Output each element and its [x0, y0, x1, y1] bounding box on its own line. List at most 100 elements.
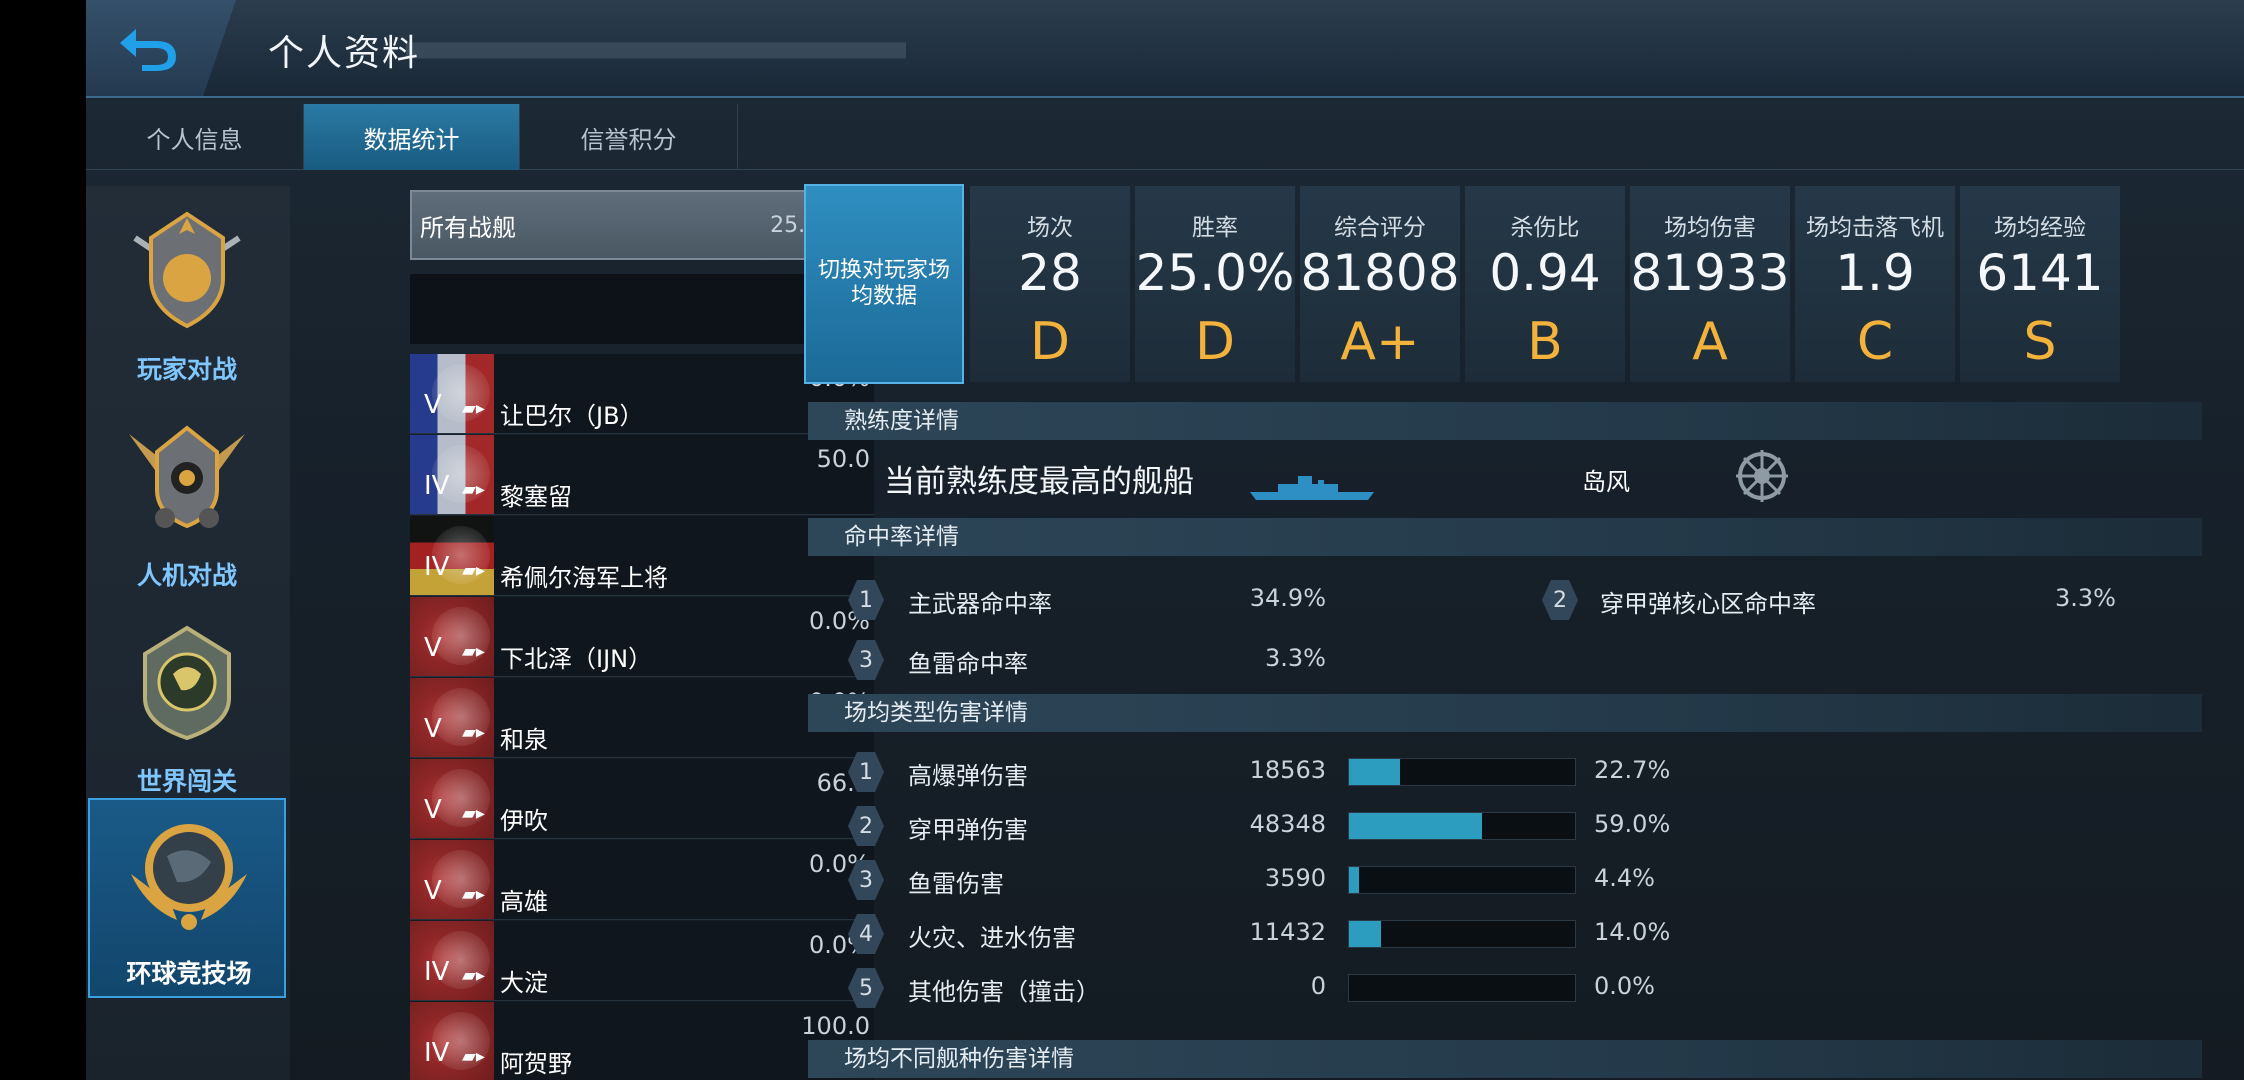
ship-list-item[interactable]: V ▰▸ 伊吹 66.7	[410, 759, 874, 839]
section-ship-type-damage: 场均不同舰种伤害详情	[808, 1040, 2202, 1078]
ship-list-item[interactable]: IV ▰▸ 大淀 0.0%	[410, 921, 874, 1001]
damage-bar-fill	[1349, 921, 1381, 947]
ship-tier: IV	[424, 1038, 450, 1068]
ship-tier: IV	[424, 957, 450, 987]
damage-percent: 22.7%	[1594, 756, 1671, 784]
ship-tier: V	[424, 714, 442, 744]
section-hit-rate: 命中率详情	[808, 518, 2202, 556]
ship-class-icon: ▰▸	[462, 803, 485, 824]
ship-wheel-icon	[1736, 450, 1788, 502]
stat-grade: A	[1692, 312, 1728, 372]
hit-rate-value: 3.3%	[1265, 644, 1326, 672]
damage-percent: 59.0%	[1594, 810, 1671, 838]
mode-sidebar: 玩家对战 人机对战 世界闯关 环球竞技场	[86, 186, 290, 1080]
section-damage-type: 场均类型伤害详情	[808, 694, 2202, 732]
header-bar: 个人资料	[86, 0, 2244, 98]
ship-list-item[interactable]: IV ▰▸ 阿贺野 100.0	[410, 1002, 874, 1080]
world-emblem-icon	[143, 625, 231, 741]
damage-value: 0	[1310, 972, 1326, 1000]
pve-emblem-icon	[129, 425, 245, 529]
ship-tier: V	[424, 876, 442, 906]
ship-win-rate: 100.0	[801, 1012, 870, 1040]
stat-grade: A+	[1340, 312, 1420, 372]
damage-bar	[1348, 920, 1576, 948]
damage-type-label: 火灾、进水伤害	[908, 924, 1076, 952]
proficiency-ship-name: 岛风	[1582, 468, 1630, 496]
damage-bar	[1348, 812, 1576, 840]
ship-list-item[interactable]: V▰▸和泉0.0%	[410, 678, 874, 758]
stat-label: 胜率	[1192, 215, 1238, 241]
mode-label: 世界闯关	[136, 767, 237, 796]
stat-tile: 场次 28 D	[970, 186, 1130, 382]
stat-value: 0.94	[1489, 244, 1601, 302]
stat-grade: C	[1856, 312, 1894, 372]
stat-value: 25.0%	[1135, 244, 1295, 302]
ship-name: 伊吹	[500, 807, 548, 835]
stat-value: 28	[1018, 244, 1082, 302]
damage-bar	[1348, 974, 1576, 1002]
page-title: 个人资料	[268, 33, 421, 74]
ship-name: 黎塞留	[500, 483, 572, 511]
stat-value: 81808	[1300, 244, 1460, 302]
ship-name: 下北泽（IJN）	[500, 645, 653, 673]
ship-silhouette-icon	[1250, 476, 1374, 500]
section-proficiency: 熟练度详情	[808, 402, 2202, 440]
damage-type-label: 高爆弹伤害	[908, 762, 1028, 790]
tab-reputation[interactable]: 信誉积分	[520, 104, 738, 170]
ship-name: 希佩尔海军上将	[500, 564, 668, 592]
stat-grade: B	[1527, 312, 1563, 372]
mode-label: 玩家对战	[136, 355, 237, 384]
ship-class-icon: ▰▸	[462, 965, 485, 986]
ship-class-icon: ▰▸	[462, 1046, 485, 1067]
stat-value: 81933	[1630, 244, 1790, 302]
damage-value: 18563	[1249, 756, 1326, 784]
damage-bar	[1348, 758, 1576, 786]
mode-world[interactable]: 世界闯关	[88, 608, 286, 808]
ship-class-icon: ▰▸	[462, 398, 485, 419]
ship-tier: IV	[424, 471, 450, 501]
ship-list-item[interactable]: V ▰▸ 高雄 0.0%	[410, 840, 874, 920]
ship-tier: IV	[424, 552, 450, 582]
pvp-emblem-icon	[133, 211, 241, 329]
stat-tile: 综合评分 81808 A+	[1300, 186, 1460, 382]
tab-personal-info[interactable]: 个人信息	[86, 104, 304, 170]
stat-label: 杀伤比	[1510, 215, 1580, 241]
ship-name: 阿贺野	[500, 1050, 572, 1078]
ship-tier: V	[424, 390, 442, 420]
mode-pvp[interactable]: 玩家对战	[88, 196, 286, 396]
stat-label: 场均击落飞机	[1806, 215, 1944, 241]
stat-grade: D	[1029, 312, 1071, 372]
header-warship-decoration	[406, 10, 906, 90]
ship-list-item[interactable]: V ▰▸ 下北泽（IJN） 0.0%	[410, 597, 874, 677]
damage-bar-fill	[1349, 867, 1359, 893]
damage-bar-fill	[1349, 813, 1483, 839]
back-arrow-icon	[120, 29, 176, 71]
damage-percent: 0.0%	[1594, 972, 1655, 1000]
damage-type-label: 鱼雷伤害	[908, 870, 1004, 898]
ship-name: 和泉	[500, 726, 548, 754]
row-number-badge: 2	[1542, 580, 1578, 620]
switch-data-button[interactable]: 切换对玩家场均数据	[804, 184, 964, 384]
back-button[interactable]	[86, 0, 236, 96]
tab-bar: 个人信息 数据统计 信誉积分	[86, 104, 2244, 170]
damage-value: 3590	[1264, 864, 1326, 892]
mode-label: 环球竞技场	[126, 959, 252, 988]
hit-rate-label: 鱼雷命中率	[908, 650, 1028, 678]
stat-tile: 胜率 25.0% D	[1135, 186, 1295, 382]
mode-pve[interactable]: 人机对战	[88, 402, 286, 602]
damage-bar	[1348, 866, 1576, 894]
ship-list-item[interactable]: IV▰▸希佩尔海军上将0.0%	[410, 516, 874, 596]
tab-statistics[interactable]: 数据统计	[304, 104, 520, 170]
stat-grade: S	[2023, 312, 2057, 372]
ship-list-item[interactable]: IV ▰▸ 黎塞留 50.0	[410, 435, 874, 515]
mode-global-arena[interactable]: 环球竞技场	[88, 798, 286, 998]
damage-type-label: 其他伤害（撞击）	[908, 978, 1100, 1006]
hit-rate-label: 主武器命中率	[908, 590, 1052, 618]
ship-tier: V	[424, 633, 442, 663]
stat-tile: 场均经验 6141 S	[1960, 186, 2120, 382]
damage-value: 11432	[1249, 918, 1326, 946]
stat-grade: D	[1194, 312, 1236, 372]
stat-label: 综合评分	[1334, 215, 1426, 241]
ship-class-icon: ▰▸	[462, 560, 485, 581]
damage-bar-fill	[1349, 759, 1401, 785]
